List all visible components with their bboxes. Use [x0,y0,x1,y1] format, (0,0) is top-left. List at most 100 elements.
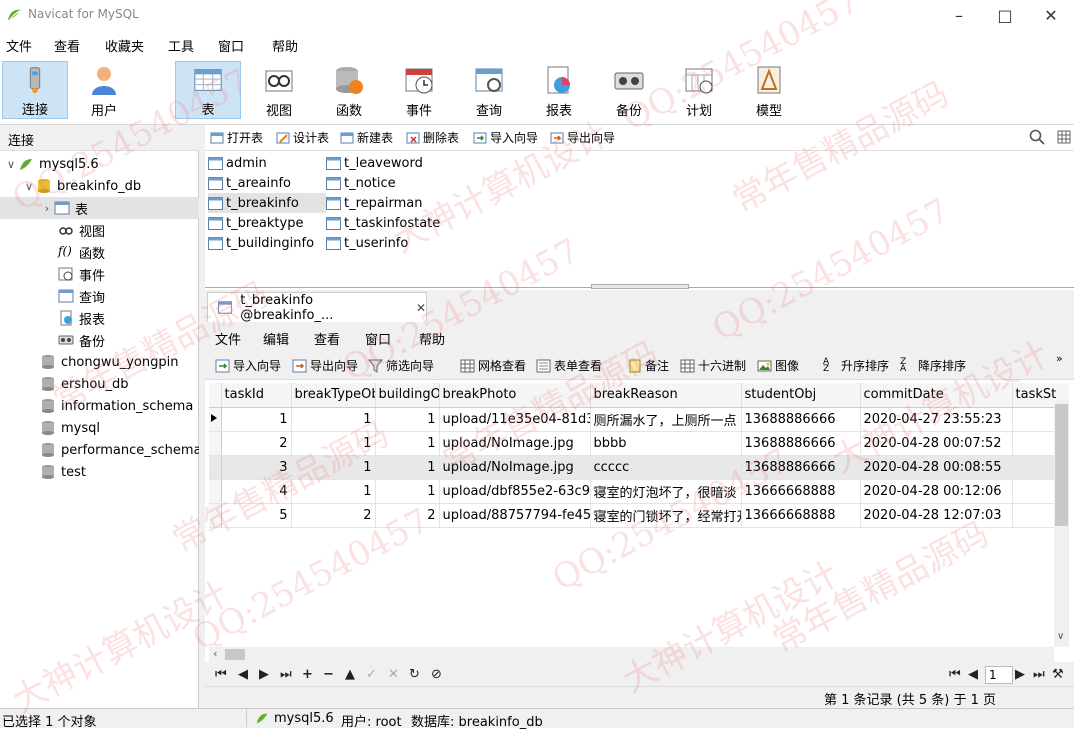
menu-window[interactable]: 窗口 [218,36,244,55]
table-menu-help[interactable]: 帮助 [419,329,445,348]
table-cell[interactable]: 厕所漏水了，上厕所一点 [590,407,742,432]
column-header[interactable]: breakTypeOb [291,383,376,408]
table-row[interactable]: 2 1 1 upload/NoImage.jpg bbbb 1368888666… [209,431,1069,456]
toolbar-user-button[interactable]: 用户 [71,61,137,119]
image-button[interactable]: 图像 [757,357,799,374]
table-cell[interactable]: 1 [375,407,440,432]
form-view-button[interactable]: 表单查看 [536,357,602,374]
tree-item-queries[interactable]: 查询 [0,285,199,307]
scroll-left-icon[interactable]: ‹ [213,647,217,660]
toolbar-view-button[interactable]: 视图 [246,61,312,119]
table-cell[interactable]: 1 [291,407,376,432]
tree-item-views[interactable]: 视图 [0,219,199,241]
table-cell[interactable]: 5 [221,503,292,528]
tab-close-icon[interactable]: ✕ [416,301,426,315]
table-cell[interactable]: 13666668888 [741,503,861,528]
table-cell[interactable]: 2020-04-27 23:55:23 [860,407,1013,432]
table-cell[interactable]: 寝室的灯泡坏了，很暗淡 [590,479,742,504]
chevron-down-icon[interactable]: ∨ [4,158,18,171]
chevron-down-icon[interactable]: ∨ [22,180,36,193]
sort-ascending-button[interactable]: A Z 升序排序 [823,357,889,374]
tree-item-tables[interactable]: › 表 [0,197,199,219]
next-record-icon[interactable]: ▶ [259,667,269,682]
apply-changes-icon[interactable]: ▲ [345,667,355,682]
hex-button[interactable]: 十六进制 [680,357,746,374]
table-cell[interactable]: 13688886666 [741,455,861,480]
table-cell[interactable]: 1 [291,479,376,504]
object-table-t-buildinginfo[interactable]: t_buildinginfo [208,233,326,253]
column-header[interactable]: buildingO [375,383,440,408]
table-cell[interactable]: upload/NoImage.jpg [439,455,591,480]
delete-table-button[interactable]: 删除表 [406,129,459,146]
export-wizard-button[interactable]: 导出向导 [292,357,358,374]
toolbar-table-button[interactable]: 表 [175,61,241,119]
table-cell[interactable]: 1 [375,431,440,456]
import-wizard-button[interactable]: 导入向导 [215,357,281,374]
tree-item-information-schema[interactable]: information_schema [0,395,199,417]
menu-favorites[interactable]: 收藏夹 [105,36,144,55]
filter-wizard-button[interactable]: 筛选向导 [368,357,434,374]
tree-item-reports[interactable]: 报表 [0,307,199,329]
table-menu-file[interactable]: 文件 [215,329,241,348]
object-table-t-leaveword[interactable]: t_leaveword [326,153,456,173]
sort-descending-button[interactable]: Z A 降序排序 [900,357,966,374]
maximize-button[interactable]: □ [982,0,1028,31]
table-cell[interactable]: 2 [375,503,440,528]
table-cell[interactable]: 13688886666 [741,407,861,432]
horizontal-scrollbar[interactable]: ‹ [209,647,1054,662]
next-page-icon[interactable]: ▶ [1015,667,1025,682]
menu-view[interactable]: 查看 [54,36,80,55]
menu-help[interactable]: 帮助 [272,36,298,55]
first-page-icon[interactable]: ⏮ [949,667,961,682]
table-menu-view[interactable]: 查看 [314,329,340,348]
page-number-input[interactable]: 1 [985,666,1013,684]
toolbar-model-button[interactable]: 模型 [736,61,802,119]
grid-view-icon[interactable] [1056,129,1072,145]
toolbar-event-button[interactable]: 事件 [386,61,452,119]
table-row[interactable]: 3 1 1 upload/NoImage.jpg ccccc 136888866… [209,455,1069,480]
menu-file[interactable]: 文件 [6,36,32,55]
toolbar-report-button[interactable]: 报表 [526,61,592,119]
open-table-button[interactable]: 打开表 [210,129,263,146]
table-cell[interactable]: 2020-04-28 00:12:06 [860,479,1013,504]
tree-item-mysql5-6[interactable]: ∨ mysql5.6 [0,153,199,175]
table-cell[interactable]: 2020-04-28 00:08:55 [860,455,1013,480]
object-table-t-userinfo[interactable]: t_userinfo [326,233,456,253]
table-cell[interactable]: 1 [375,455,440,480]
delete-record-icon[interactable]: − [323,667,334,682]
toolbar-connect-button[interactable]: 连接 [2,61,68,119]
table-cell[interactable]: upload/11e35e04-81d3 [439,407,591,432]
refresh-icon[interactable]: ↻ [409,667,420,682]
table-cell[interactable]: 寝室的门锁坏了，经常打开 [590,503,742,528]
table-row[interactable]: 1 1 1 upload/11e35e04-81d3 厕所漏水了，上厕所一点 1… [209,407,1069,432]
add-record-icon[interactable]: + [302,667,313,682]
scroll-down-icon[interactable]: ∨ [1057,631,1064,642]
table-cell[interactable]: upload/88757794-fe45 [439,503,591,528]
table-cell[interactable]: upload/dbf855e2-63c9 [439,479,591,504]
object-table-admin[interactable]: admin [208,153,326,173]
import-wizard-button[interactable]: 导入向导 [473,129,538,146]
table-row[interactable]: 4 1 1 upload/dbf855e2-63c9 寝室的灯泡坏了，很暗淡 1… [209,479,1069,504]
column-header[interactable]: taskId [221,383,292,408]
object-table-t-areainfo[interactable]: t_areainfo [208,173,326,193]
search-icon[interactable] [1029,129,1045,145]
table-cell[interactable]: bbbb [590,431,742,456]
stop-icon[interactable]: ⊘ [431,667,442,682]
previous-page-icon[interactable]: ◀ [968,667,978,682]
tree-item-mysql[interactable]: mysql [0,417,199,439]
tree-item-ershou-db[interactable]: ershou_db [0,373,199,395]
table-cell[interactable]: 1 [291,431,376,456]
tab-t-breakinfo[interactable]: t_breakinfo @breakinfo_... ✕ [207,292,427,323]
toolbar-schedule-button[interactable]: 计划 [666,61,732,119]
tree-item-chongwu-yongpin[interactable]: chongwu_yongpin [0,351,199,373]
close-button[interactable]: ✕ [1028,0,1074,31]
horizontal-scrollbar-thumb[interactable] [225,649,245,660]
toolbar-backup-button[interactable]: 备份 [596,61,662,119]
settings-icon[interactable]: ⚒ [1052,667,1064,682]
tree-item-events[interactable]: 事件 [0,263,199,285]
table-cell[interactable]: upload/NoImage.jpg [439,431,591,456]
table-cell[interactable]: 2 [291,503,376,528]
table-cell[interactable]: 2020-04-28 12:07:03 [860,503,1013,528]
new-table-button[interactable]: 新建表 [340,129,393,146]
column-header[interactable]: breakPhoto [439,383,591,408]
